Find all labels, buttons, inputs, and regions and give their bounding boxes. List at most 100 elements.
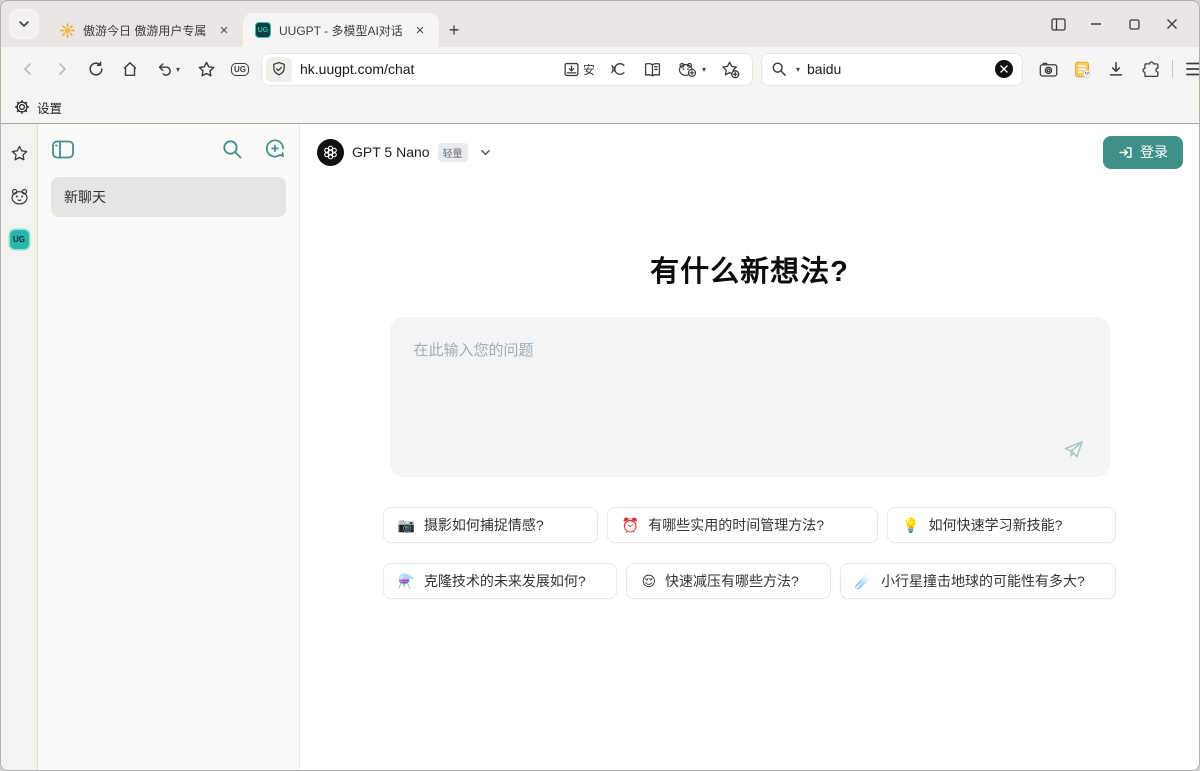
undo-button[interactable]: ▾ (147, 53, 189, 85)
minimize-button[interactable] (1081, 9, 1111, 39)
chat-header: GPT 5 Nano 轻量 登录 (300, 124, 1199, 172)
note-icon (1073, 60, 1092, 79)
model-name: GPT 5 Nano (352, 144, 430, 160)
site-security-button[interactable] (266, 57, 292, 82)
model-selector[interactable]: GPT 5 Nano 轻量 (317, 139, 491, 166)
chevron-down-icon (480, 147, 491, 158)
browser-window: 傲游今日 傲游用户专属 × UG UUGPT - 多模型AI对话 × + (0, 0, 1200, 771)
maxnote-button[interactable] (1065, 53, 1099, 85)
search-icon (771, 61, 787, 77)
relieved-face-emoji-icon: 😌 (641, 574, 656, 588)
close-icon[interactable]: × (411, 21, 429, 39)
forward-button[interactable] (45, 53, 79, 85)
url-text[interactable]: hk.uugpt.com/chat (300, 61, 555, 77)
chat-sidebar-header (51, 138, 286, 160)
listen-icon (610, 60, 628, 78)
tab-maxthon-today[interactable]: 傲游今日 傲游用户专属 × (47, 13, 243, 47)
tab-list-button[interactable] (9, 9, 39, 39)
chevron-down-icon (18, 18, 30, 30)
light-bulb-emoji-icon: 💡 (902, 518, 919, 532)
bookmarks-bar: 设置 (1, 91, 1199, 124)
caret-down-icon: ▾ (176, 65, 180, 74)
openai-logo-icon (317, 139, 344, 166)
toolbar: ▾ UG hk.uugpt.com/chat (1, 47, 1199, 91)
refresh-button[interactable] (79, 53, 113, 85)
suggestion-chip[interactable]: ☄️ 小行星撞击地球的可能性有多大? (840, 563, 1117, 599)
new-chat-button[interactable] (263, 138, 286, 160)
split-view-button[interactable] (1043, 9, 1073, 39)
app-strip: UG (1, 124, 38, 770)
bookmark-settings[interactable]: 设置 (37, 98, 62, 117)
maximize-icon (1129, 19, 1140, 30)
ug-app-icon[interactable]: UG (10, 230, 29, 249)
tab-title: UUGPT - 多模型AI对话 (279, 22, 403, 39)
tab-uugpt[interactable]: UG UUGPT - 多模型AI对话 × (243, 13, 439, 47)
screenshot-button[interactable] (1031, 53, 1065, 85)
star-icon (197, 60, 216, 79)
chat-list-item-new[interactable]: 新聊天 (51, 177, 286, 217)
send-button[interactable] (1062, 438, 1085, 461)
chat-body: 有什么新想法? 📷 摄影如何捕捉情感? ⏰ (300, 172, 1199, 770)
alarm-clock-emoji-icon: ⏰ (622, 518, 639, 532)
suggestion-chip[interactable]: 💡 如何快速学习新技能? (887, 507, 1116, 543)
read-aloud-button[interactable] (610, 60, 628, 78)
caret-down-icon: ▾ (702, 65, 706, 74)
model-badge: 轻量 (438, 143, 468, 162)
suggestion-chip[interactable]: ⚗️ 克隆技术的未来发展如何? (383, 563, 618, 599)
window-controls (1043, 9, 1191, 39)
main-menu-button[interactable] (1178, 53, 1200, 85)
add-bookmark-button[interactable] (721, 60, 740, 79)
address-bar[interactable]: hk.uugpt.com/chat 安 (261, 53, 753, 86)
secure-badge-label: 安 (583, 61, 595, 78)
ug-box-icon: UG (231, 63, 249, 76)
star-plus-icon (721, 60, 740, 79)
address-bar-actions: 安 ▾ (563, 60, 740, 79)
camera-icon (1039, 61, 1058, 78)
suggestion-chip[interactable]: 📷 摄影如何捕捉情感? (383, 507, 598, 543)
search-box[interactable]: ▾ (761, 53, 1023, 86)
close-window-button[interactable] (1157, 9, 1187, 39)
suggestion-chip[interactable]: ⏰ 有哪些实用的时间管理方法? (607, 507, 878, 543)
secure-download-button[interactable]: 安 (563, 61, 595, 78)
page-title: 有什么新想法? (650, 248, 849, 290)
close-icon (1000, 65, 1008, 73)
login-label: 登录 (1140, 142, 1168, 162)
comet-emoji-icon: ☄️ (855, 574, 872, 588)
tab-strip: 傲游今日 傲游用户专属 × UG UUGPT - 多模型AI对话 × + (1, 1, 1199, 47)
book-icon (643, 61, 662, 78)
hamburger-menu-icon (1186, 62, 1200, 76)
chevron-left-icon (20, 61, 36, 77)
sidebar-toggle-button[interactable] (51, 139, 75, 160)
search-chats-button[interactable] (221, 138, 243, 160)
close-icon[interactable]: × (215, 21, 233, 39)
prompt-textarea[interactable] (390, 317, 1110, 477)
home-button[interactable] (113, 53, 147, 85)
extensions-button[interactable] (1133, 53, 1167, 85)
clear-search-button[interactable] (995, 60, 1013, 78)
suggestion-text: 快速减压有哪些方法? (665, 571, 799, 591)
favorites-star-icon[interactable] (10, 144, 29, 163)
home-icon (121, 60, 139, 78)
minimize-icon (1090, 18, 1102, 30)
new-tab-button[interactable]: + (439, 13, 469, 47)
suggestion-text: 有哪些实用的时间管理方法? (648, 515, 824, 535)
tab-title: 傲游今日 傲游用户专属 (83, 22, 207, 39)
panda-icon[interactable] (9, 187, 30, 206)
download-icon (1107, 60, 1125, 78)
prompt-input-box[interactable] (390, 317, 1110, 477)
back-button[interactable] (11, 53, 45, 85)
download-box-icon (563, 61, 580, 78)
gear-icon (14, 99, 30, 115)
search-input[interactable] (807, 61, 988, 77)
reading-mode-button[interactable] (643, 61, 662, 78)
search-engine-caret-icon: ▾ (796, 65, 800, 74)
downloads-button[interactable] (1099, 53, 1133, 85)
login-arrow-icon (1118, 145, 1133, 160)
search-icon (221, 138, 243, 160)
collect-panda-button[interactable]: ▾ (677, 61, 706, 78)
favorite-button[interactable] (189, 53, 223, 85)
suggestion-chip[interactable]: 😌 快速减压有哪些方法? (626, 563, 830, 599)
maximize-button[interactable] (1119, 9, 1149, 39)
login-button[interactable]: 登录 (1103, 136, 1183, 169)
ug-app-button[interactable]: UG (223, 53, 257, 85)
